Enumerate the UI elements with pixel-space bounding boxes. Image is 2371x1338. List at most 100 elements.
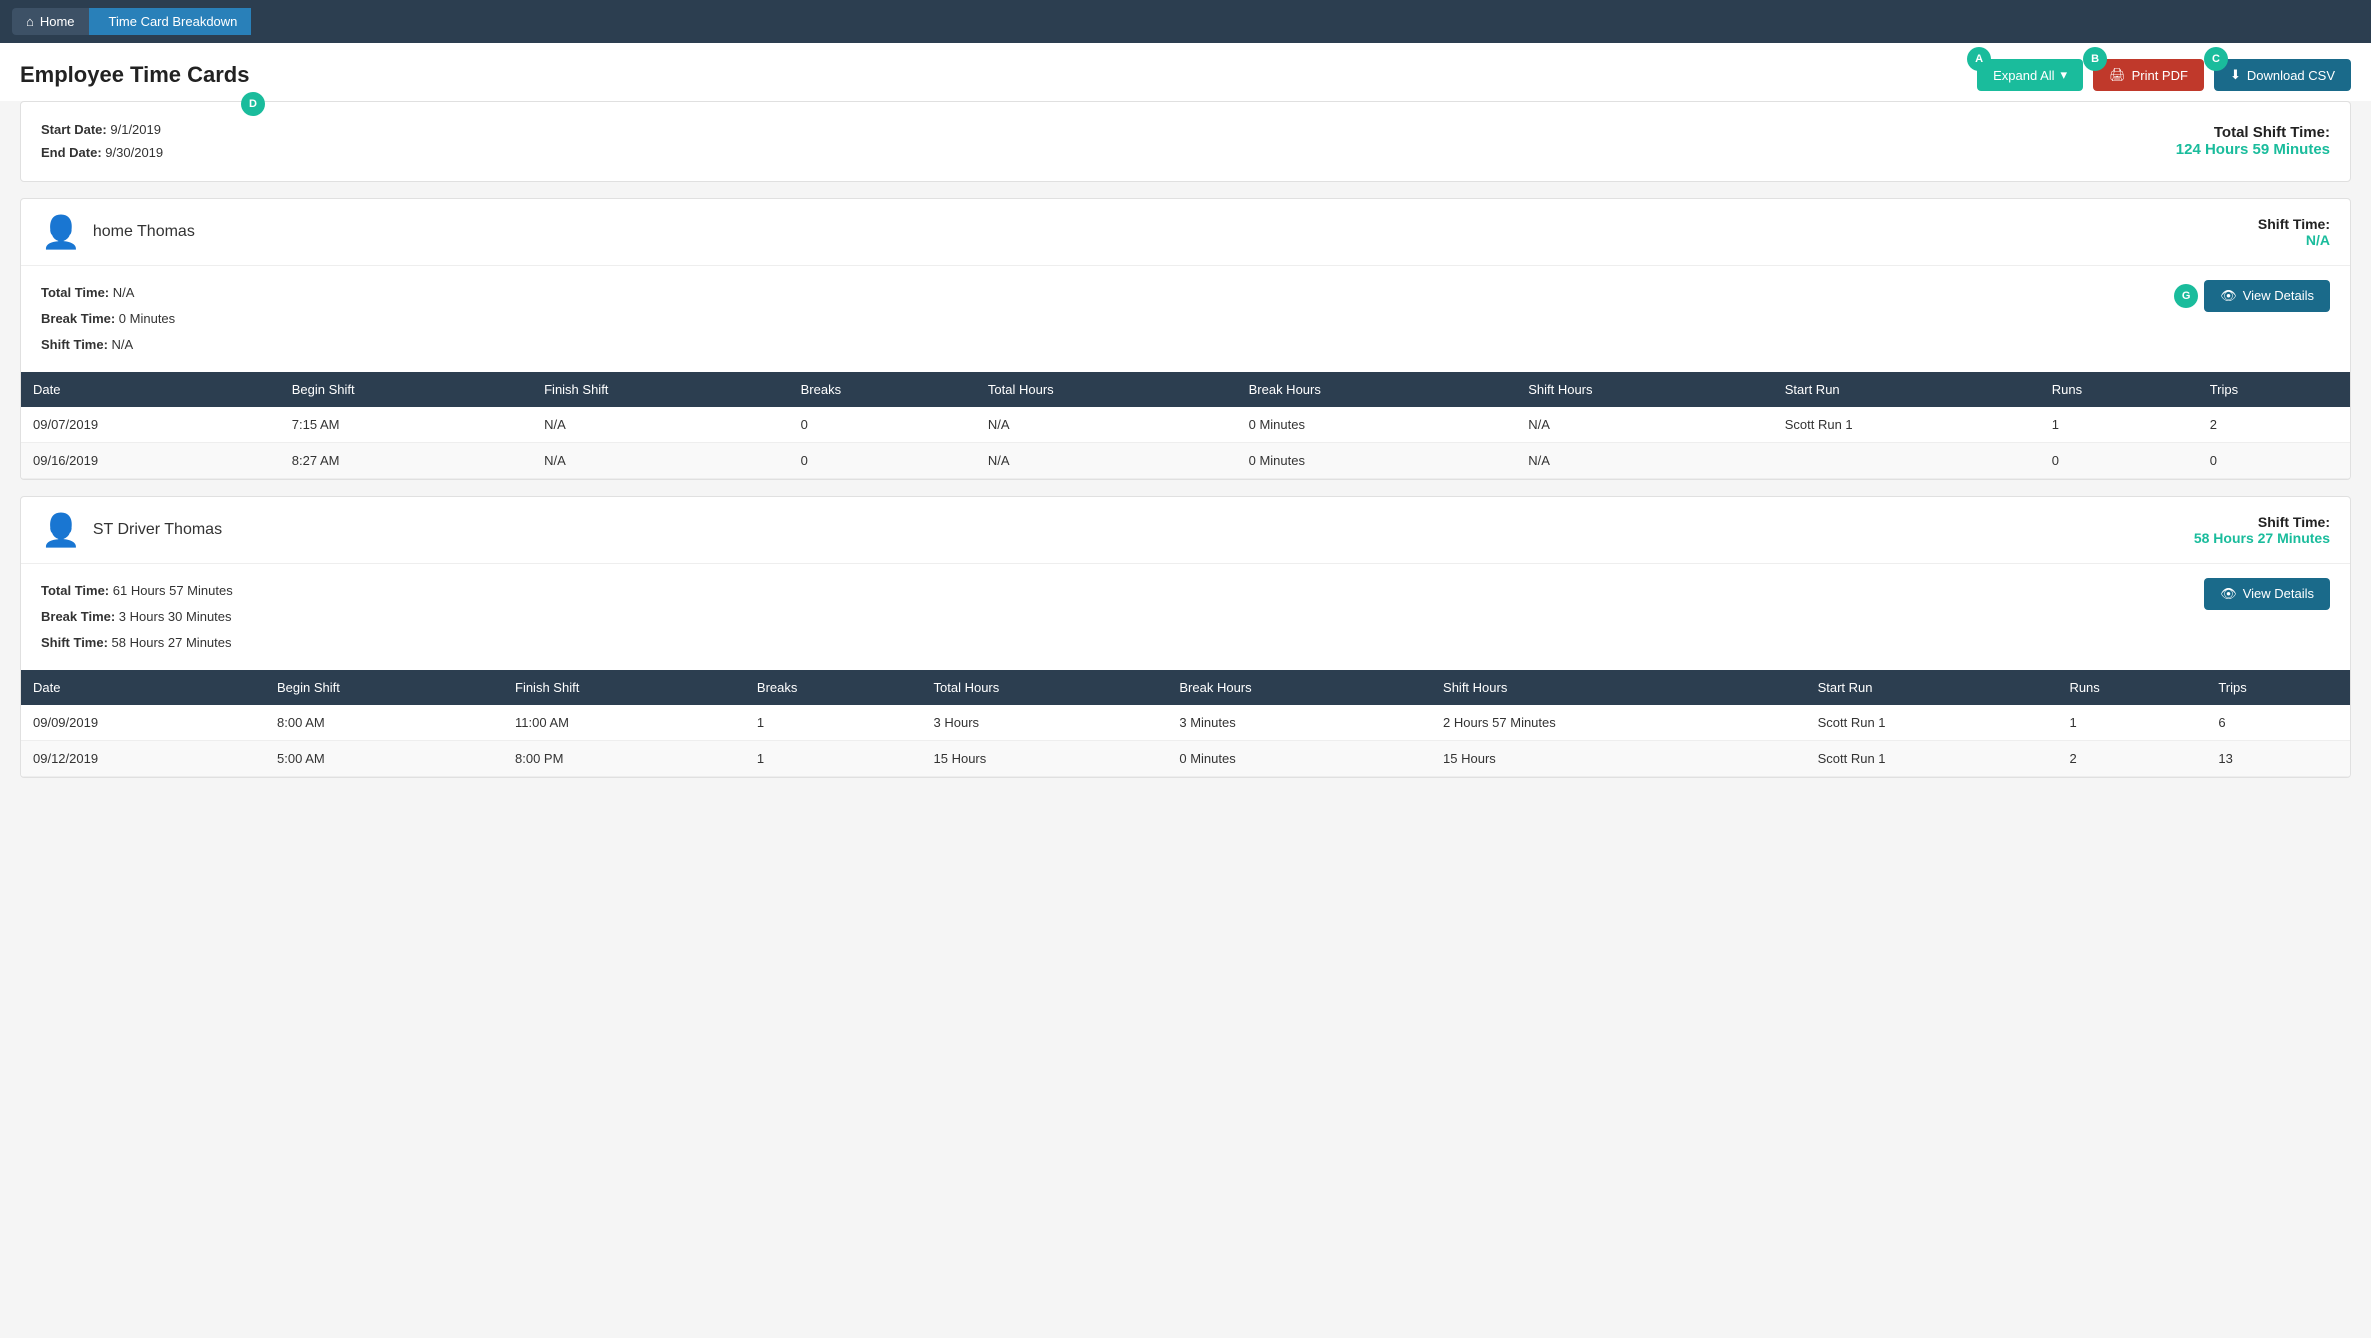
cell-start_run-1-1: Scott Run 1 — [1806, 740, 2058, 776]
th-breaks-1: Breaks — [745, 670, 922, 705]
th-total-hours-0: Total Hours — [976, 372, 1237, 407]
cell-start_run-0-1 — [1773, 442, 2040, 478]
th-begin-shift-0: Begin Shift — [280, 372, 532, 407]
end-date-label: End Date: — [41, 145, 102, 160]
eye-icon-0: 👁 — [2220, 288, 2237, 304]
th-breaks-0: Breaks — [789, 372, 976, 407]
cell-start_run-1-0: Scott Run 1 — [1806, 705, 2058, 741]
table-row: 09/16/20198:27 AMN/A0N/A0 MinutesN/A00 — [21, 442, 2350, 478]
page-header: Employee Time Cards A Expand All ▾ B 🖨 P… — [0, 43, 2371, 101]
shift-time-label-1: Shift Time: — [2258, 514, 2330, 530]
date-range-info: Start Date: 9/1/2019 End Date: 9/30/2019 — [41, 118, 163, 165]
table-header-row-1: Date Begin Shift Finish Shift Breaks Tot… — [21, 670, 2350, 705]
th-shift-hours-1: Shift Hours — [1431, 670, 1806, 705]
table-row: 09/12/20195:00 AM8:00 PM115 Hours0 Minut… — [21, 740, 2350, 776]
employee-info-0: 👤 home Thomas — [41, 213, 195, 251]
tour-badge-a: A — [1967, 47, 1991, 71]
cell-date-1-1: 09/12/2019 — [21, 740, 265, 776]
cell-runs-1-0: 1 — [2057, 705, 2206, 741]
breadcrumb-home-label: Home — [40, 14, 75, 29]
th-trips-1: Trips — [2206, 670, 2350, 705]
table-header-row-0: Date Begin Shift Finish Shift Breaks Tot… — [21, 372, 2350, 407]
breadcrumb-home[interactable]: ⌂ Home — [12, 8, 89, 35]
cell-finish_shift-1-0: 11:00 AM — [503, 705, 745, 741]
th-finish-shift-1: Finish Shift — [503, 670, 745, 705]
employee-header-0: 👤 home Thomas Shift Time: N/A — [21, 199, 2350, 266]
tour-badge-g: G — [2174, 284, 2198, 308]
expand-all-label: Expand All — [1993, 68, 2054, 83]
cell-break_hours-1-1: 0 Minutes — [1167, 740, 1431, 776]
cell-trips-1-0: 6 — [2206, 705, 2350, 741]
avatar-icon-0: 👤 — [41, 213, 81, 251]
download-csv-button[interactable]: ⬇ Download CSV — [2214, 59, 2351, 91]
eye-icon-1: 👁 — [2220, 586, 2237, 602]
expand-all-button[interactable]: Expand All ▾ — [1977, 59, 2083, 91]
employee-table-0: Date Begin Shift Finish Shift Breaks Tot… — [21, 372, 2350, 479]
th-break-hours-0: Break Hours — [1237, 372, 1517, 407]
break-time-label-0: Break Time: — [41, 311, 119, 326]
cell-finish_shift-0-0: N/A — [532, 407, 789, 443]
cell-date-0-1: 09/16/2019 — [21, 442, 280, 478]
download-icon: ⬇ — [2230, 67, 2241, 83]
shift-time-label-0: Shift Time: — [2258, 216, 2330, 232]
employee-header-1: 👤 ST Driver Thomas Shift Time: 58 Hours … — [21, 497, 2350, 564]
cell-runs-0-0: 1 — [2040, 407, 2198, 443]
total-time-label-0: Total Time: — [41, 285, 113, 300]
cell-begin_shift-1-0: 8:00 AM — [265, 705, 503, 741]
cell-shift_hours-0-1: N/A — [1516, 442, 1773, 478]
cell-date-0-0: 09/07/2019 — [21, 407, 280, 443]
breadcrumb: ⌂ Home Time Card Breakdown — [0, 0, 2371, 43]
cell-total_hours-0-0: N/A — [976, 407, 1237, 443]
th-start-run-1: Start Run — [1806, 670, 2058, 705]
total-shift-label: Total Shift Time: — [2176, 124, 2330, 141]
th-break-hours-1: Break Hours — [1167, 670, 1431, 705]
employee-name-0: home Thomas — [93, 223, 195, 241]
total-shift-value: 124 Hours 59 Minutes — [2176, 141, 2330, 158]
print-pdf-label: Print PDF — [2132, 68, 2188, 83]
chevron-down-icon: ▾ — [2061, 67, 2068, 83]
cell-begin_shift-0-0: 7:15 AM — [280, 407, 532, 443]
tour-badge-b: B — [2083, 47, 2107, 71]
cell-total_hours-1-1: 15 Hours — [922, 740, 1168, 776]
cell-runs-0-1: 0 — [2040, 442, 2198, 478]
th-start-run-0: Start Run — [1773, 372, 2040, 407]
shift-time-value-1: 58 Hours 27 Minutes — [2194, 530, 2330, 546]
cell-breaks-0-1: 0 — [789, 442, 976, 478]
cell-shift_hours-0-0: N/A — [1516, 407, 1773, 443]
avatar-icon-1: 👤 — [41, 511, 81, 549]
th-shift-hours-0: Shift Hours — [1516, 372, 1773, 407]
cell-shift_hours-1-1: 15 Hours — [1431, 740, 1806, 776]
cell-breaks-1-1: 1 — [745, 740, 922, 776]
cell-breaks-1-0: 1 — [745, 705, 922, 741]
th-date-1: Date — [21, 670, 265, 705]
total-time-label-1: Total Time: — [41, 583, 113, 598]
shift-time-summary-label-1: Shift Time: — [41, 635, 112, 650]
view-details-button-1[interactable]: 👁 View Details — [2204, 578, 2330, 610]
start-date-value: 9/1/2019 — [110, 122, 161, 137]
summary-text-0: Total Time: N/A Break Time: 0 Minutes Sh… — [41, 280, 175, 358]
employee-summary-0: Total Time: N/A Break Time: 0 Minutes Sh… — [21, 266, 2350, 372]
cell-shift_hours-1-0: 2 Hours 57 Minutes — [1431, 705, 1806, 741]
cell-begin_shift-1-1: 5:00 AM — [265, 740, 503, 776]
employee-info-1: 👤 ST Driver Thomas — [41, 511, 222, 549]
cell-total_hours-0-1: N/A — [976, 442, 1237, 478]
th-total-hours-1: Total Hours — [922, 670, 1168, 705]
th-date-0: Date — [21, 372, 280, 407]
cell-finish_shift-1-1: 8:00 PM — [503, 740, 745, 776]
toolbar: A Expand All ▾ B 🖨 Print PDF C ⬇ Downloa… — [1977, 59, 2351, 91]
view-details-button-0[interactable]: 👁 View Details — [2204, 280, 2330, 312]
cell-date-1-0: 09/09/2019 — [21, 705, 265, 741]
break-time-value-1: 3 Hours 30 Minutes — [119, 609, 232, 624]
th-finish-shift-0: Finish Shift — [532, 372, 789, 407]
print-pdf-button[interactable]: 🖨 Print PDF — [2093, 59, 2204, 91]
employee-card-0: E 👤 home Thomas Shift Time: N/A Total Ti… — [20, 198, 2351, 480]
employee-name-1: ST Driver Thomas — [93, 521, 222, 539]
page-title: Employee Time Cards — [20, 62, 249, 88]
end-date-value: 9/30/2019 — [105, 145, 163, 160]
th-runs-0: Runs — [2040, 372, 2198, 407]
breadcrumb-current-label: Time Card Breakdown — [109, 14, 238, 29]
date-range-card: D Start Date: 9/1/2019 End Date: 9/30/20… — [20, 101, 2351, 182]
tour-badge-c: C — [2204, 47, 2228, 71]
table-row: 09/09/20198:00 AM11:00 AM13 Hours3 Minut… — [21, 705, 2350, 741]
break-time-value-0: 0 Minutes — [119, 311, 175, 326]
